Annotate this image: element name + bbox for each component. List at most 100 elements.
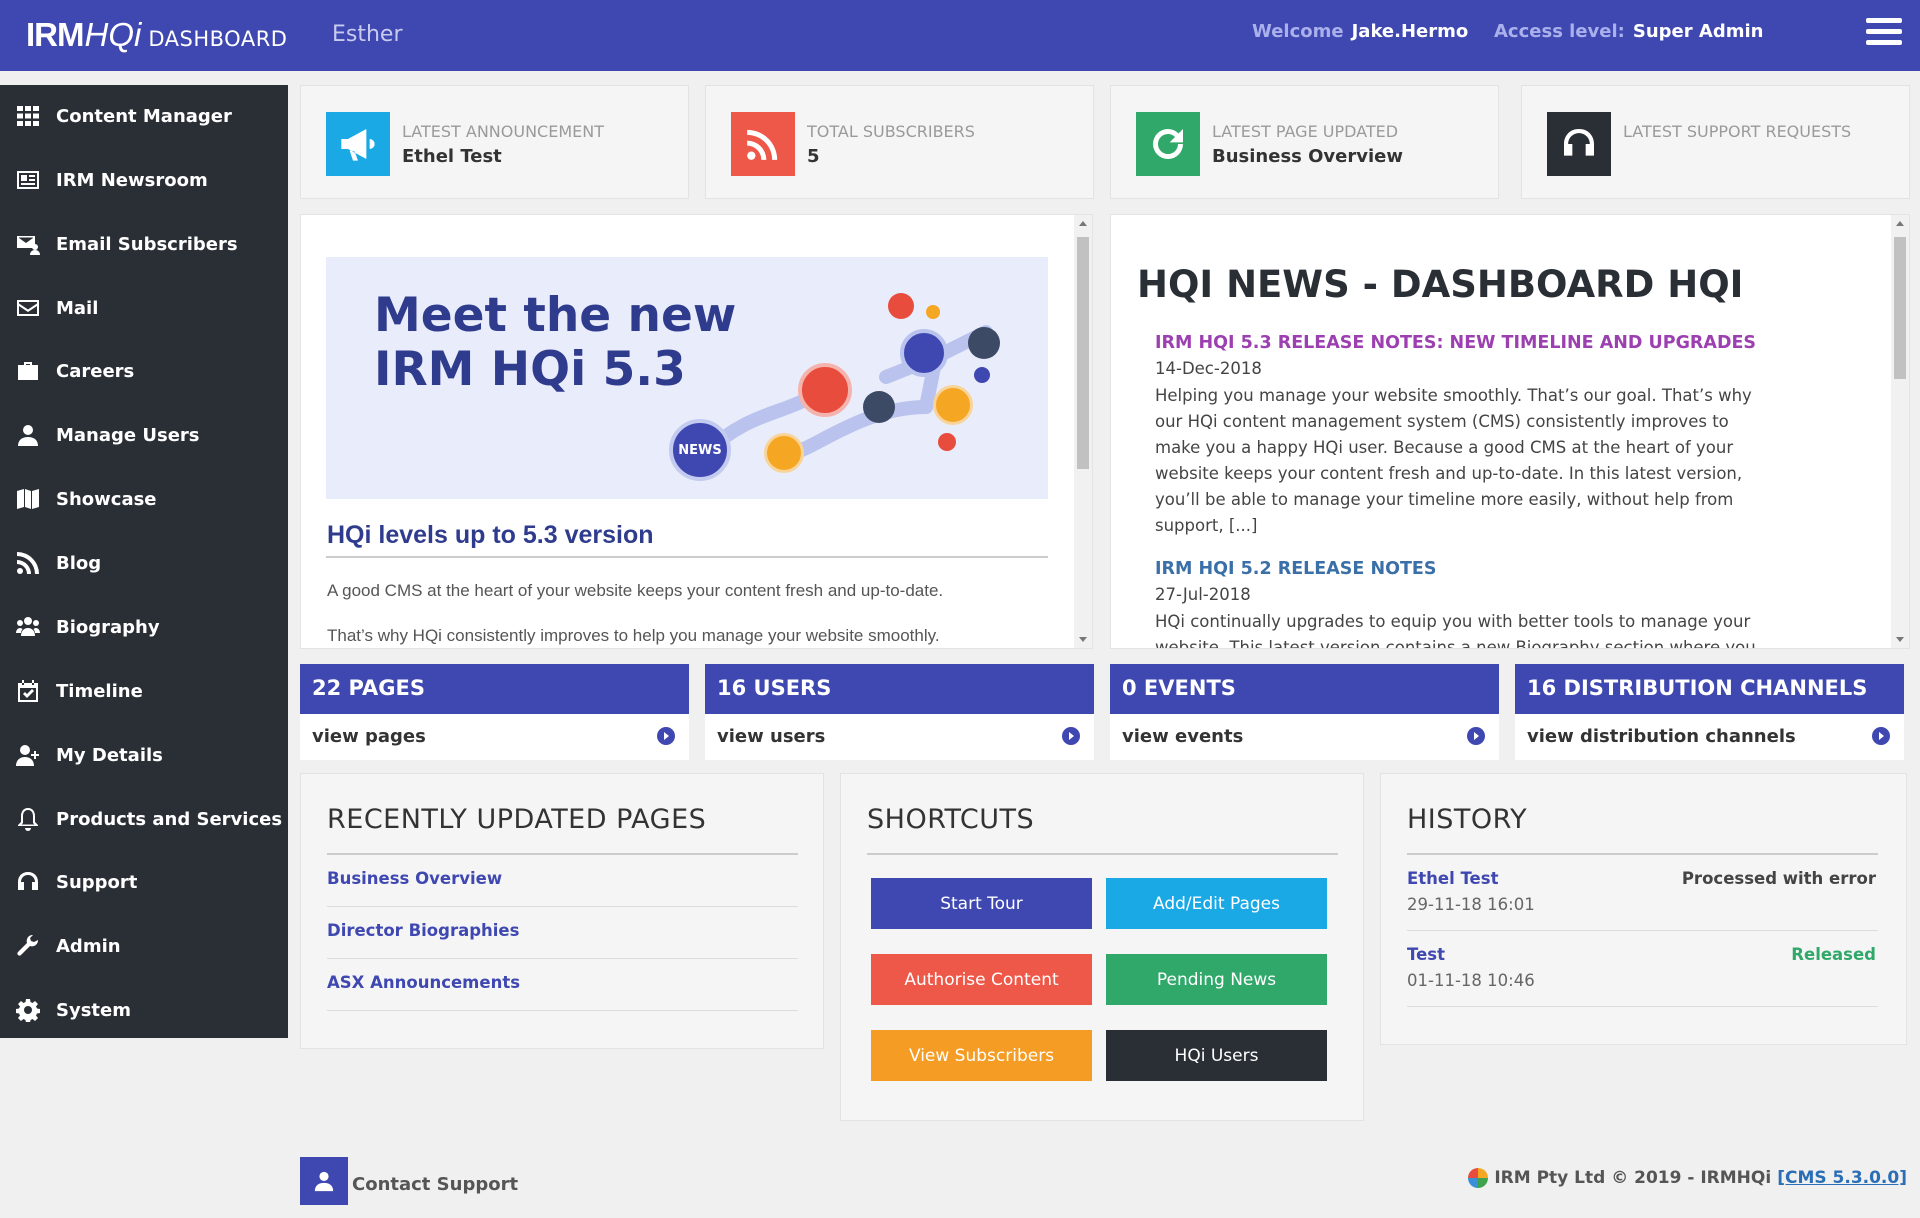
sidebar-item-showcase[interactable]: Showcase	[0, 474, 288, 524]
sidebar-item-label: Support	[56, 871, 138, 893]
recent-pages-divider	[327, 853, 798, 855]
hamburger-menu-icon[interactable]	[1866, 18, 1902, 48]
briefcase-icon	[13, 358, 43, 384]
recent-page-link[interactable]: Director Biographies	[327, 921, 519, 940]
history-item-name[interactable]: Ethel Test	[1407, 869, 1498, 888]
stat-card-latest-support-requests[interactable]: LATEST SUPPORT REQUESTS	[1521, 85, 1910, 199]
arrow-right-circle-icon[interactable]	[1467, 727, 1485, 745]
sidebar-item-biography[interactable]: Biography	[0, 602, 288, 652]
promo-paragraph: That’s why HQi consistently improves to …	[327, 626, 940, 645]
stat-card-latest-announcement[interactable]: LATEST ANNOUNCEMENT Ethel Test	[300, 85, 689, 199]
view-users-link[interactable]: view users	[717, 726, 825, 747]
logo-hqi: HQi	[84, 16, 142, 53]
sidebar-item-label: IRM Newsroom	[56, 169, 208, 191]
count-users-heading: 16 USERS	[705, 664, 1094, 714]
scroll-up-icon[interactable]	[1079, 221, 1087, 226]
headphones-icon	[1547, 112, 1611, 176]
top-bar: IRM HQi DASHBOARD Esther Welcome Jake.Her…	[0, 0, 1920, 71]
recent-pages-title: RECENTLY UPDATED PAGES	[327, 804, 707, 835]
scroll-down-icon[interactable]	[1896, 637, 1904, 642]
news-item-date: 27-Jul-2018	[1155, 585, 1251, 604]
sidebar-item-mail[interactable]: Mail	[0, 283, 288, 333]
sidebar-item-manage-users[interactable]: Manage Users	[0, 410, 288, 460]
add-edit-pages-button[interactable]: Add/Edit Pages	[1106, 878, 1327, 929]
contact-support-label[interactable]: Contact Support	[352, 1174, 518, 1195]
authorise-content-button[interactable]: Authorise Content	[871, 954, 1092, 1005]
news-item-body: Helping you manage your website smoothly…	[1155, 383, 1795, 539]
pending-news-button[interactable]: Pending News	[1106, 954, 1327, 1005]
sidebar-item-irm-newsroom[interactable]: IRM Newsroom	[0, 155, 288, 205]
sidebar: Content Manager IRM Newsroom Email Subsc…	[0, 85, 288, 1038]
sidebar-item-label: Admin	[56, 935, 121, 957]
arrow-right-circle-icon[interactable]	[1062, 727, 1080, 745]
scroll-thumb[interactable]	[1077, 237, 1089, 469]
sidebar-item-timeline[interactable]: Timeline	[0, 666, 288, 716]
stat-card-total-subscribers[interactable]: TOTAL SUBSCRIBERS 5	[705, 85, 1094, 199]
view-distribution-channels-link[interactable]: view distribution channels	[1527, 726, 1796, 747]
monitor-bubble-icon	[900, 329, 948, 377]
stat-label: LATEST SUPPORT REQUESTS	[1623, 122, 1852, 141]
news-body-line: website keeps your content fresh and up-…	[1155, 464, 1743, 483]
stat-value: 5	[807, 146, 820, 167]
envelope-icon	[13, 295, 43, 321]
news-badge-label: NEWS	[678, 442, 722, 458]
count-users-footer[interactable]: view users	[705, 714, 1094, 760]
copyright-text: IRM Pty Ltd © 2019 - IRMHQi	[1494, 1168, 1772, 1188]
arrow-right-circle-icon[interactable]	[1872, 727, 1890, 745]
sidebar-item-blog[interactable]: Blog	[0, 538, 288, 588]
history-item-date: 29-11-18 16:01	[1407, 895, 1535, 914]
history-item-name[interactable]: Test	[1407, 945, 1445, 964]
sidebar-item-label: Blog	[56, 552, 102, 574]
count-pages-heading: 22 PAGES	[300, 664, 689, 714]
scroll-up-icon[interactable]	[1896, 221, 1904, 226]
count-events-footer[interactable]: view events	[1110, 714, 1499, 760]
app-logo[interactable]: IRM HQi DASHBOARD	[26, 16, 287, 54]
history-item-date: 01-11-18 10:46	[1407, 971, 1535, 990]
logo-irm: IRM	[26, 16, 84, 53]
shortcuts-title: SHORTCUTS	[867, 804, 1035, 835]
sidebar-item-system[interactable]: System	[0, 985, 288, 1035]
version-link[interactable]: [CMS 5.3.0.0]	[1777, 1168, 1907, 1188]
news-scrollbar[interactable]	[1891, 215, 1909, 648]
view-events-link[interactable]: view events	[1122, 726, 1243, 747]
row-divider	[1407, 1006, 1878, 1007]
gear-icon	[13, 997, 43, 1023]
sidebar-item-admin[interactable]: Admin	[0, 921, 288, 971]
stat-label: TOTAL SUBSCRIBERS	[807, 122, 975, 141]
dot-bubble-icon	[974, 367, 990, 383]
sidebar-item-careers[interactable]: Careers	[0, 346, 288, 396]
site-name: Esther	[332, 22, 403, 47]
recent-page-link[interactable]: Business Overview	[327, 869, 502, 888]
promo-title[interactable]: HQi levels up to 5.3 version	[327, 521, 654, 550]
recent-page-link[interactable]: ASX Announcements	[327, 973, 520, 992]
news-item-title[interactable]: IRM HQI 5.3 RELEASE NOTES: NEW TIMELINE …	[1155, 333, 1756, 353]
sidebar-item-support[interactable]: Support	[0, 857, 288, 907]
stat-card-latest-page-updated[interactable]: LATEST PAGE UPDATED Business Overview	[1110, 85, 1499, 199]
sidebar-item-label: My Details	[56, 744, 163, 766]
sidebar-item-label: Biography	[56, 616, 160, 638]
sidebar-item-my-details[interactable]: My Details	[0, 730, 288, 780]
contact-support-button[interactable]	[300, 1157, 348, 1205]
view-subscribers-button[interactable]: View Subscribers	[871, 1030, 1092, 1081]
count-distribution-heading: 16 DISTRIBUTION CHANNELS	[1515, 664, 1904, 714]
promo-divider	[326, 556, 1048, 558]
user-icon	[13, 422, 43, 448]
megaphone-icon	[326, 112, 390, 176]
sidebar-item-products-and-services[interactable]: Products and Services	[0, 794, 288, 844]
sidebar-item-content-manager[interactable]: Content Manager	[0, 91, 288, 141]
view-pages-link[interactable]: view pages	[312, 726, 426, 747]
history-item-status: Released	[1791, 945, 1876, 964]
arrow-right-circle-icon[interactable]	[657, 727, 675, 745]
scroll-down-icon[interactable]	[1079, 637, 1087, 642]
hqi-users-button[interactable]: HQi Users	[1106, 1030, 1327, 1081]
news-body-line: you’ll be able to manage your timeline m…	[1155, 490, 1734, 509]
count-pages-footer[interactable]: view pages	[300, 714, 689, 760]
scroll-thumb[interactable]	[1894, 237, 1906, 379]
history-divider	[1407, 853, 1878, 855]
start-tour-button[interactable]: Start Tour	[871, 878, 1092, 929]
news-item-title[interactable]: IRM HQI 5.2 RELEASE NOTES	[1155, 559, 1436, 579]
count-distribution-footer[interactable]: view distribution channels	[1515, 714, 1904, 760]
headphones-icon	[13, 869, 43, 895]
promo-scrollbar[interactable]	[1074, 215, 1092, 648]
sidebar-item-email-subscribers[interactable]: Email Subscribers	[0, 219, 288, 269]
